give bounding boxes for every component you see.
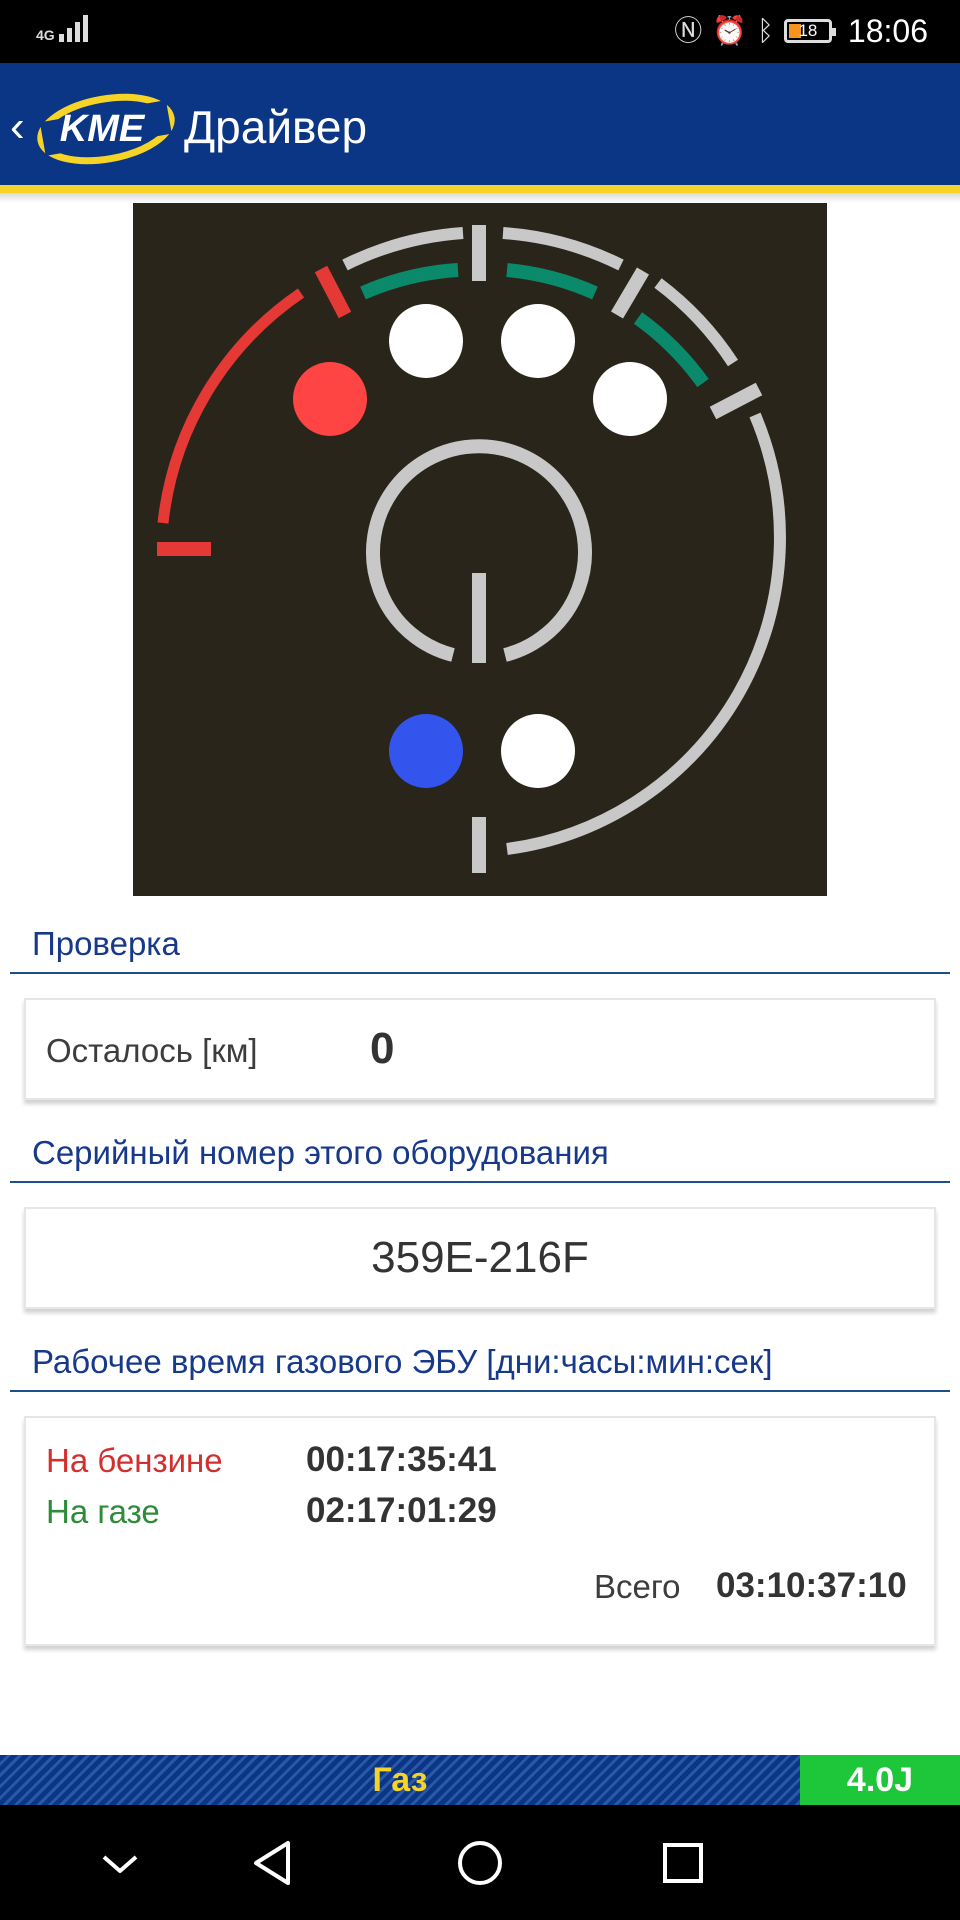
- gauge-ring-top-right: [502, 227, 624, 271]
- petrol-time-label: На бензине: [46, 1442, 223, 1479]
- battery-icon: 18: [783, 19, 836, 43]
- gas-time-value: 02:17:01:29: [306, 1491, 497, 1530]
- back-chevron-icon[interactable]: ‹: [10, 105, 25, 149]
- remaining-km-card: Осталось [км] 0: [24, 998, 936, 1100]
- kme-logo: KME: [37, 93, 175, 165]
- total-time-label: Всего: [594, 1568, 681, 1605]
- bluetooth-icon: ᛒ: [757, 15, 774, 46]
- home-circle-icon[interactable]: [450, 1833, 510, 1893]
- indicator-red: [293, 362, 367, 436]
- navigation-bar: [0, 1805, 960, 1920]
- back-triangle-icon[interactable]: [244, 1833, 304, 1893]
- recents-square-icon[interactable]: [653, 1833, 713, 1893]
- gauge-green-2: [506, 263, 598, 300]
- check-section-title: Проверка: [32, 925, 180, 962]
- status-bar: 4G Ⓝ ⏰ ᛒ 18 18:06: [0, 0, 960, 63]
- app-bar-accent-line: [0, 185, 960, 193]
- indicator-level-3: [593, 362, 667, 436]
- serial-number-card: 359E-216F: [24, 1207, 936, 1309]
- fuel-mode-indicator: Газ: [0, 1755, 800, 1805]
- remaining-km-label: Осталось [км]: [46, 1032, 258, 1069]
- version-badge: 4.0J: [800, 1755, 960, 1805]
- gauge-green-1: [360, 263, 459, 300]
- gas-time-label: На газе: [46, 1493, 160, 1530]
- signal-indicator: 4G: [36, 14, 88, 42]
- alarm-icon: ⏰: [712, 15, 748, 46]
- serial-section-title: Серийный номер этого оборудования: [32, 1134, 609, 1171]
- total-time-value: 03:10:37:10: [716, 1566, 907, 1605]
- signal-icon: [58, 14, 88, 42]
- nfc-icon: Ⓝ: [674, 15, 703, 46]
- hide-keyboard-chevron-icon[interactable]: [90, 1833, 150, 1893]
- indicator-level-2: [501, 304, 575, 378]
- svg-text:KME: KME: [60, 108, 146, 150]
- petrol-time-value: 00:17:35:41: [306, 1440, 497, 1479]
- network-type: 4G: [36, 27, 55, 43]
- gauge-graphic: [157, 225, 786, 873]
- indicator-level-1: [389, 304, 463, 378]
- battery-level: 18: [798, 21, 818, 40]
- gauge-red-arc: [157, 288, 305, 524]
- remaining-km-value: 0: [370, 1024, 395, 1073]
- app-bar: ‹ KME Драйвер: [0, 63, 960, 188]
- indicator-blue: [389, 714, 463, 788]
- divider: [10, 1181, 950, 1183]
- divider: [10, 972, 950, 974]
- runtime-section-title: Рабочее время газового ЭБУ [дни:часы:мин…: [32, 1343, 773, 1380]
- indicator-white: [501, 714, 575, 788]
- serial-number-value: 359E-216F: [371, 1233, 589, 1282]
- page-title: Драйвер: [184, 101, 368, 153]
- gas-level-gauge: [133, 203, 827, 896]
- gauge-ring-top-left: [342, 227, 464, 271]
- clock: 18:06: [847, 12, 928, 49]
- fuel-status-bar: Газ 4.0J: [0, 1755, 960, 1805]
- divider: [10, 1390, 950, 1392]
- runtime-card: На бензине 00:17:35:41 На газе 02:17:01:…: [24, 1416, 936, 1646]
